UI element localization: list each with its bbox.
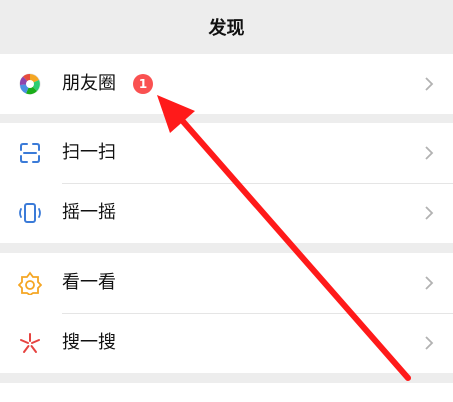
menu-item-label: 看一看 [62, 272, 116, 293]
chevron-right-icon [425, 146, 434, 160]
menu-item-scan[interactable]: 扫一扫 [0, 123, 453, 183]
chevron-right-icon [425, 77, 434, 91]
menu-item-moments[interactable]: 朋友圈 1 [0, 54, 453, 114]
group-moments: 朋友圈 1 [0, 54, 453, 114]
page-header: 发现 [0, 0, 453, 54]
menu-item-search[interactable]: 搜一搜 [0, 313, 453, 373]
chevron-right-icon [425, 336, 434, 350]
shake-icon [18, 201, 42, 225]
group-stories-search: 看一看 搜一搜 [0, 253, 453, 373]
menu-item-label: 搜一搜 [62, 332, 116, 353]
top-stories-icon [18, 271, 42, 295]
group-next-partial [0, 383, 453, 402]
menu-item-top-stories[interactable]: 看一看 [0, 253, 453, 313]
group-scan-shake: 扫一扫 摇一摇 [0, 123, 453, 243]
search-icon [18, 331, 42, 355]
scan-icon [18, 141, 42, 165]
moments-icon [18, 72, 42, 96]
chevron-right-icon [425, 276, 434, 290]
discover-screen: 发现 朋友圈 1 扫一扫 摇一摇 看一看 搜一搜 [0, 0, 453, 402]
menu-item-label: 摇一摇 [62, 202, 116, 223]
menu-item-shake[interactable]: 摇一摇 [0, 183, 453, 243]
menu-item-label: 扫一扫 [62, 142, 116, 163]
chevron-right-icon [425, 206, 434, 220]
menu-item-label: 朋友圈 [62, 73, 116, 94]
notification-badge: 1 [133, 74, 153, 94]
page-title: 发现 [208, 18, 245, 39]
